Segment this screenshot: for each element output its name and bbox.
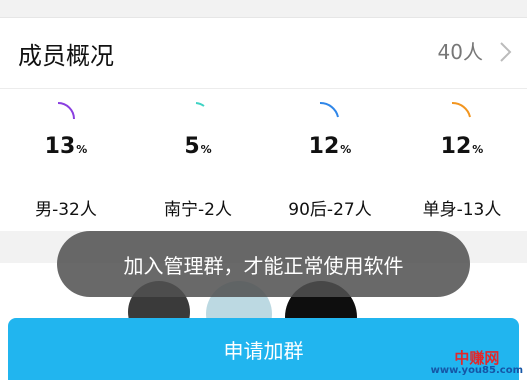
progress-arc-icon	[451, 101, 471, 118]
stat-label: 单身-13人	[422, 200, 502, 220]
stat-city: 5% 南宁-2人	[132, 89, 264, 231]
stat-label: 南宁-2人	[164, 200, 232, 220]
member-count: 40人	[437, 40, 483, 64]
top-strip	[0, 0, 527, 18]
members-overview-header[interactable]: 成员概况 40人	[0, 18, 527, 89]
page-title: 成员概况	[18, 42, 114, 70]
stat-value: 12%	[308, 134, 352, 159]
stat-single: 12% 单身-13人	[396, 89, 527, 231]
watermark-logo: 中赚网 www.you85.com	[430, 349, 523, 376]
progress-arc-icon	[195, 102, 205, 107]
toast-message: 加入管理群，才能正常使用软件	[57, 231, 470, 297]
stat-male: 13% 男-32人	[0, 89, 132, 231]
stats-row: 13% 男-32人 5% 南宁-2人 12% 90后-27人 12% 单身-13…	[0, 89, 527, 231]
stat-label: 男-32人	[35, 200, 97, 220]
progress-arc-icon	[57, 102, 75, 120]
stat-age: 12% 90后-27人	[264, 89, 396, 231]
chevron-right-icon	[500, 42, 512, 62]
progress-arc-icon	[319, 101, 339, 118]
stat-value: 13%	[44, 134, 88, 159]
stat-value: 12%	[440, 134, 484, 159]
stat-value: 5%	[184, 134, 212, 159]
stat-label: 90后-27人	[288, 200, 372, 220]
